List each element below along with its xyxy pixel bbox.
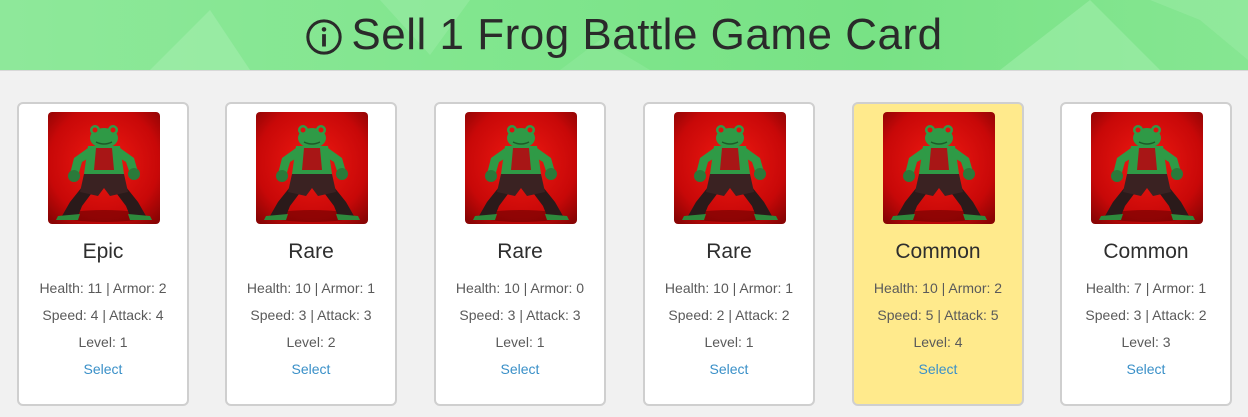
card-health-armor: Health: 10 | Armor: 2: [873, 280, 1003, 296]
title-row: Sell 1 Frog Battle Game Card: [0, 0, 1248, 70]
card-level: Level: 1: [704, 334, 754, 350]
card-health-armor: Health: 10 | Armor: 0: [455, 280, 585, 296]
card-level: Level: 3: [1121, 334, 1171, 350]
card-speed-attack: Speed: 3 | Attack: 2: [1085, 307, 1207, 323]
select-link[interactable]: Select: [19, 361, 187, 377]
info-icon: [306, 18, 343, 55]
card-health-armor: Health: 7 | Armor: 1: [1085, 280, 1207, 296]
card-rarity: Rare: [288, 240, 334, 263]
card-list: Epic Health: 11 | Armor: 2 Speed: 4 | At…: [0, 102, 1248, 408]
select-link[interactable]: Select: [1062, 361, 1230, 377]
select-link[interactable]: Select: [854, 361, 1022, 377]
card-epic[interactable]: Epic Health: 11 | Armor: 2 Speed: 4 | At…: [17, 102, 189, 406]
select-link[interactable]: Select: [227, 361, 395, 377]
card-speed-attack: Speed: 3 | Attack: 3: [459, 307, 581, 323]
card-speed-attack: Speed: 5 | Attack: 5: [877, 307, 999, 323]
card-level: Level: 1: [495, 334, 545, 350]
frog-fighter-image: [1091, 112, 1203, 224]
card-rare[interactable]: Rare Health: 10 | Armor: 1 Speed: 3 | At…: [225, 102, 397, 406]
page-title: Sell 1 Frog Battle Game Card: [351, 10, 943, 59]
select-link[interactable]: Select: [436, 361, 604, 377]
card-health-armor: Health: 11 | Armor: 2: [39, 280, 167, 296]
frog-fighter-image: [48, 112, 160, 224]
card-level: Level: 2: [286, 334, 336, 350]
card-rarity: Rare: [706, 240, 752, 263]
frog-fighter-image: [256, 112, 368, 224]
card-rarity: Common: [1103, 240, 1189, 263]
card-rarity: Epic: [82, 240, 124, 263]
card-common-selected[interactable]: Common Health: 10 | Armor: 2 Speed: 5 | …: [852, 102, 1024, 406]
card-common[interactable]: Common Health: 7 | Armor: 1 Speed: 3 | A…: [1060, 102, 1232, 406]
card-rarity: Common: [895, 240, 981, 263]
frog-fighter-image: [674, 112, 786, 224]
card-speed-attack: Speed: 4 | Attack: 4: [42, 307, 164, 323]
frog-fighter-image: [883, 112, 995, 224]
card-rare[interactable]: Rare Health: 10 | Armor: 0 Speed: 3 | At…: [434, 102, 606, 406]
card-rare[interactable]: Rare Health: 10 | Armor: 1 Speed: 2 | At…: [643, 102, 815, 406]
card-health-armor: Health: 10 | Armor: 1: [664, 280, 794, 296]
card-speed-attack: Speed: 3 | Attack: 3: [250, 307, 372, 323]
card-speed-attack: Speed: 2 | Attack: 2: [668, 307, 790, 323]
card-health-armor: Health: 10 | Armor: 1: [246, 280, 376, 296]
card-level: Level: 1: [78, 334, 128, 350]
card-level: Level: 4: [913, 334, 963, 350]
select-link[interactable]: Select: [645, 361, 813, 377]
card-rarity: Rare: [497, 240, 543, 263]
frog-fighter-image: [465, 112, 577, 224]
page-header: Sell 1 Frog Battle Game Card: [0, 0, 1248, 71]
